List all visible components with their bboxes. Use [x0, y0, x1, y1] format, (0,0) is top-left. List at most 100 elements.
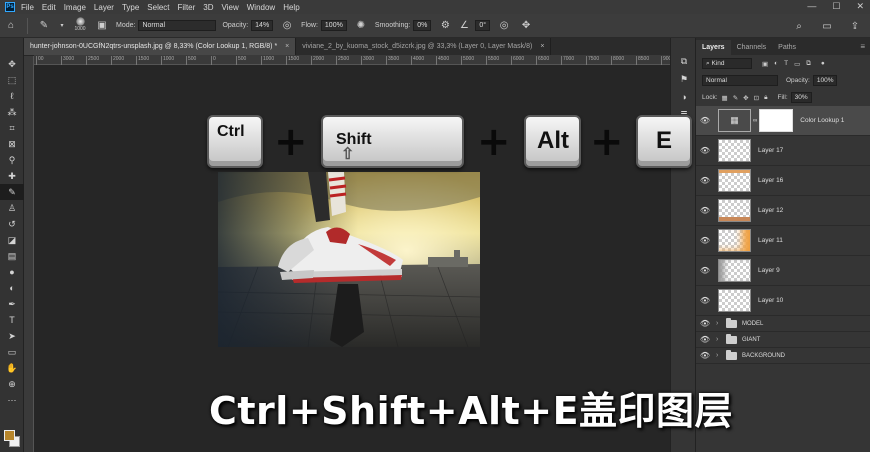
lock-artboard-icon[interactable]: ⊡: [754, 94, 759, 102]
eraser-tool-icon[interactable]: ◪: [0, 232, 24, 248]
opacity-field[interactable]: 14%: [251, 20, 274, 31]
filter-type-icon[interactable]: T: [784, 60, 788, 67]
clone-stamp-tool-icon[interactable]: ♙: [0, 200, 24, 216]
airbrush-icon[interactable]: ✺: [353, 18, 369, 34]
home-icon[interactable]: ⌂: [3, 18, 19, 34]
visibility-eye-icon[interactable]: 👁︎: [696, 319, 714, 328]
tab-layers[interactable]: Layers: [696, 40, 731, 55]
visibility-eye-icon[interactable]: 👁︎: [696, 351, 714, 360]
photoshop-logo-icon[interactable]: Ps: [5, 2, 15, 12]
visibility-eye-icon[interactable]: 👁︎: [696, 206, 714, 215]
more-tools-icon[interactable]: ⋯: [0, 392, 24, 408]
chevron-right-icon[interactable]: ›: [716, 336, 724, 343]
tab-channels[interactable]: Channels: [731, 40, 773, 55]
properties-panel-icon[interactable]: ⚑: [671, 70, 697, 88]
angle-field[interactable]: 0°: [475, 20, 491, 31]
type-tool-icon[interactable]: T: [0, 312, 24, 328]
adjustments-panel-icon[interactable]: ◑: [671, 88, 697, 106]
share-icon[interactable]: ⇪: [847, 18, 863, 34]
visibility-eye-icon[interactable]: 👁︎: [696, 335, 714, 344]
chain-link-icon[interactable]: ∞: [753, 118, 757, 124]
layer-opacity-field[interactable]: 100%: [812, 75, 838, 86]
marquee-tool-icon[interactable]: ⬚: [0, 72, 24, 88]
menu-layer[interactable]: Layer: [94, 3, 114, 12]
hand-tool-icon[interactable]: ✋: [0, 360, 24, 376]
filter-pixel-icon[interactable]: ▣: [762, 60, 768, 68]
lock-transparency-icon[interactable]: ▦: [722, 94, 728, 102]
dodge-tool-icon[interactable]: ◐: [0, 280, 24, 296]
menu-help[interactable]: Help: [283, 3, 299, 12]
history-panel-icon[interactable]: ⧉: [671, 52, 697, 70]
brush-settings-panel-icon[interactable]: ▣: [94, 18, 110, 34]
visibility-eye-icon[interactable]: 👁︎: [696, 296, 714, 305]
path-selection-tool-icon[interactable]: ➤: [0, 328, 24, 344]
eyedropper-tool-icon[interactable]: ⚲: [0, 152, 24, 168]
color-swatches[interactable]: [4, 430, 20, 448]
symmetry-icon[interactable]: ✥: [518, 18, 534, 34]
maximize-icon[interactable]: ☐: [832, 1, 840, 12]
lasso-tool-icon[interactable]: ℓ: [0, 88, 24, 104]
visibility-eye-icon[interactable]: 👁︎: [696, 116, 714, 125]
layer-group-row[interactable]: 👁︎ › GIANT: [696, 332, 870, 348]
close-icon[interactable]: ✕: [856, 1, 864, 12]
foreground-color-swatch[interactable]: [4, 430, 15, 441]
minimize-icon[interactable]: —: [807, 1, 816, 12]
blend-mode-select[interactable]: Normal: [702, 75, 778, 86]
pressure-size-icon[interactable]: ◎: [496, 18, 512, 34]
visibility-eye-icon[interactable]: 👁︎: [696, 266, 714, 275]
layer-row[interactable]: 👁︎ Layer 12: [696, 196, 870, 226]
chevron-right-icon[interactable]: ›: [716, 352, 724, 359]
history-brush-tool-icon[interactable]: ↺: [0, 216, 24, 232]
lock-all-icon[interactable]: 🔒︎: [764, 94, 767, 102]
layer-mask-thumbnail[interactable]: [759, 109, 794, 132]
close-tab-icon[interactable]: ×: [285, 43, 289, 50]
menu-view[interactable]: View: [222, 3, 239, 12]
visibility-eye-icon[interactable]: 👁︎: [696, 236, 714, 245]
kind-filter-select[interactable]: ⌕ Kind: [702, 58, 752, 69]
lock-image-icon[interactable]: ✎: [733, 94, 738, 102]
smoothing-field[interactable]: 0%: [413, 20, 432, 31]
move-tool-icon[interactable]: ✥: [0, 56, 24, 72]
frame-tool-icon[interactable]: ⊠: [0, 136, 24, 152]
smoothing-options-gear-icon[interactable]: ⚙: [437, 18, 453, 34]
healing-brush-tool-icon[interactable]: ✚: [0, 168, 24, 184]
brush-preset-picker[interactable]: 1000: [72, 16, 88, 35]
layer-row[interactable]: 👁︎ Layer 11: [696, 226, 870, 256]
workspace-icon[interactable]: ▭: [819, 18, 835, 34]
pen-tool-icon[interactable]: ✒: [0, 296, 24, 312]
layer-row[interactable]: 👁︎ Layer 10: [696, 286, 870, 316]
brush-tool-icon[interactable]: ✎: [0, 184, 24, 200]
angle-icon[interactable]: ∠: [459, 18, 469, 34]
pressure-opacity-icon[interactable]: ◎: [279, 18, 295, 34]
crop-tool-icon[interactable]: ⌗: [0, 120, 24, 136]
filter-adjustment-icon[interactable]: ◐: [774, 60, 778, 67]
layer-row[interactable]: 👁︎ ▦ ∞ Color Lookup 1: [696, 106, 870, 136]
menu-image[interactable]: Image: [64, 3, 86, 12]
menu-filter[interactable]: Filter: [178, 3, 196, 12]
layer-row[interactable]: 👁︎ Layer 17: [696, 136, 870, 166]
close-tab-icon[interactable]: ×: [540, 43, 544, 50]
menu-select[interactable]: Select: [147, 3, 169, 12]
menu-type[interactable]: Type: [122, 3, 139, 12]
quick-select-tool-icon[interactable]: ⁂: [0, 104, 24, 120]
tab-hunter-johnson[interactable]: hunter-johnson-0UCGfN2qtrs-unsplash.jpg …: [24, 38, 297, 55]
filter-toggle-icon[interactable]: ●: [821, 60, 825, 67]
lock-position-icon[interactable]: ✥: [743, 94, 748, 102]
menu-3d[interactable]: 3D: [203, 3, 213, 12]
menu-window[interactable]: Window: [247, 3, 275, 12]
filter-shape-icon[interactable]: ▭: [794, 60, 800, 68]
flow-field[interactable]: 100%: [320, 20, 347, 31]
layer-row[interactable]: 👁︎ Layer 16: [696, 166, 870, 196]
visibility-eye-icon[interactable]: 👁︎: [696, 146, 714, 155]
zoom-tool-icon[interactable]: ⊕: [0, 376, 24, 392]
brush-tool-preset-icon[interactable]: ✎: [36, 18, 52, 34]
shape-tool-icon[interactable]: ▭: [0, 344, 24, 360]
layer-group-row[interactable]: 👁︎ › MODEL: [696, 316, 870, 332]
fill-field[interactable]: 30%: [790, 92, 812, 103]
tab-viviane[interactable]: viviane_2_by_kuoma_stock_d5izcrk.jpg @ 3…: [296, 38, 552, 55]
mode-select[interactable]: Normal: [138, 20, 217, 31]
chevron-right-icon[interactable]: ›: [716, 320, 724, 327]
search-icon[interactable]: ⌕: [791, 18, 807, 34]
layer-group-row[interactable]: 👁︎ › BACKGROUND: [696, 348, 870, 364]
layer-row[interactable]: 👁︎ Layer 9: [696, 256, 870, 286]
